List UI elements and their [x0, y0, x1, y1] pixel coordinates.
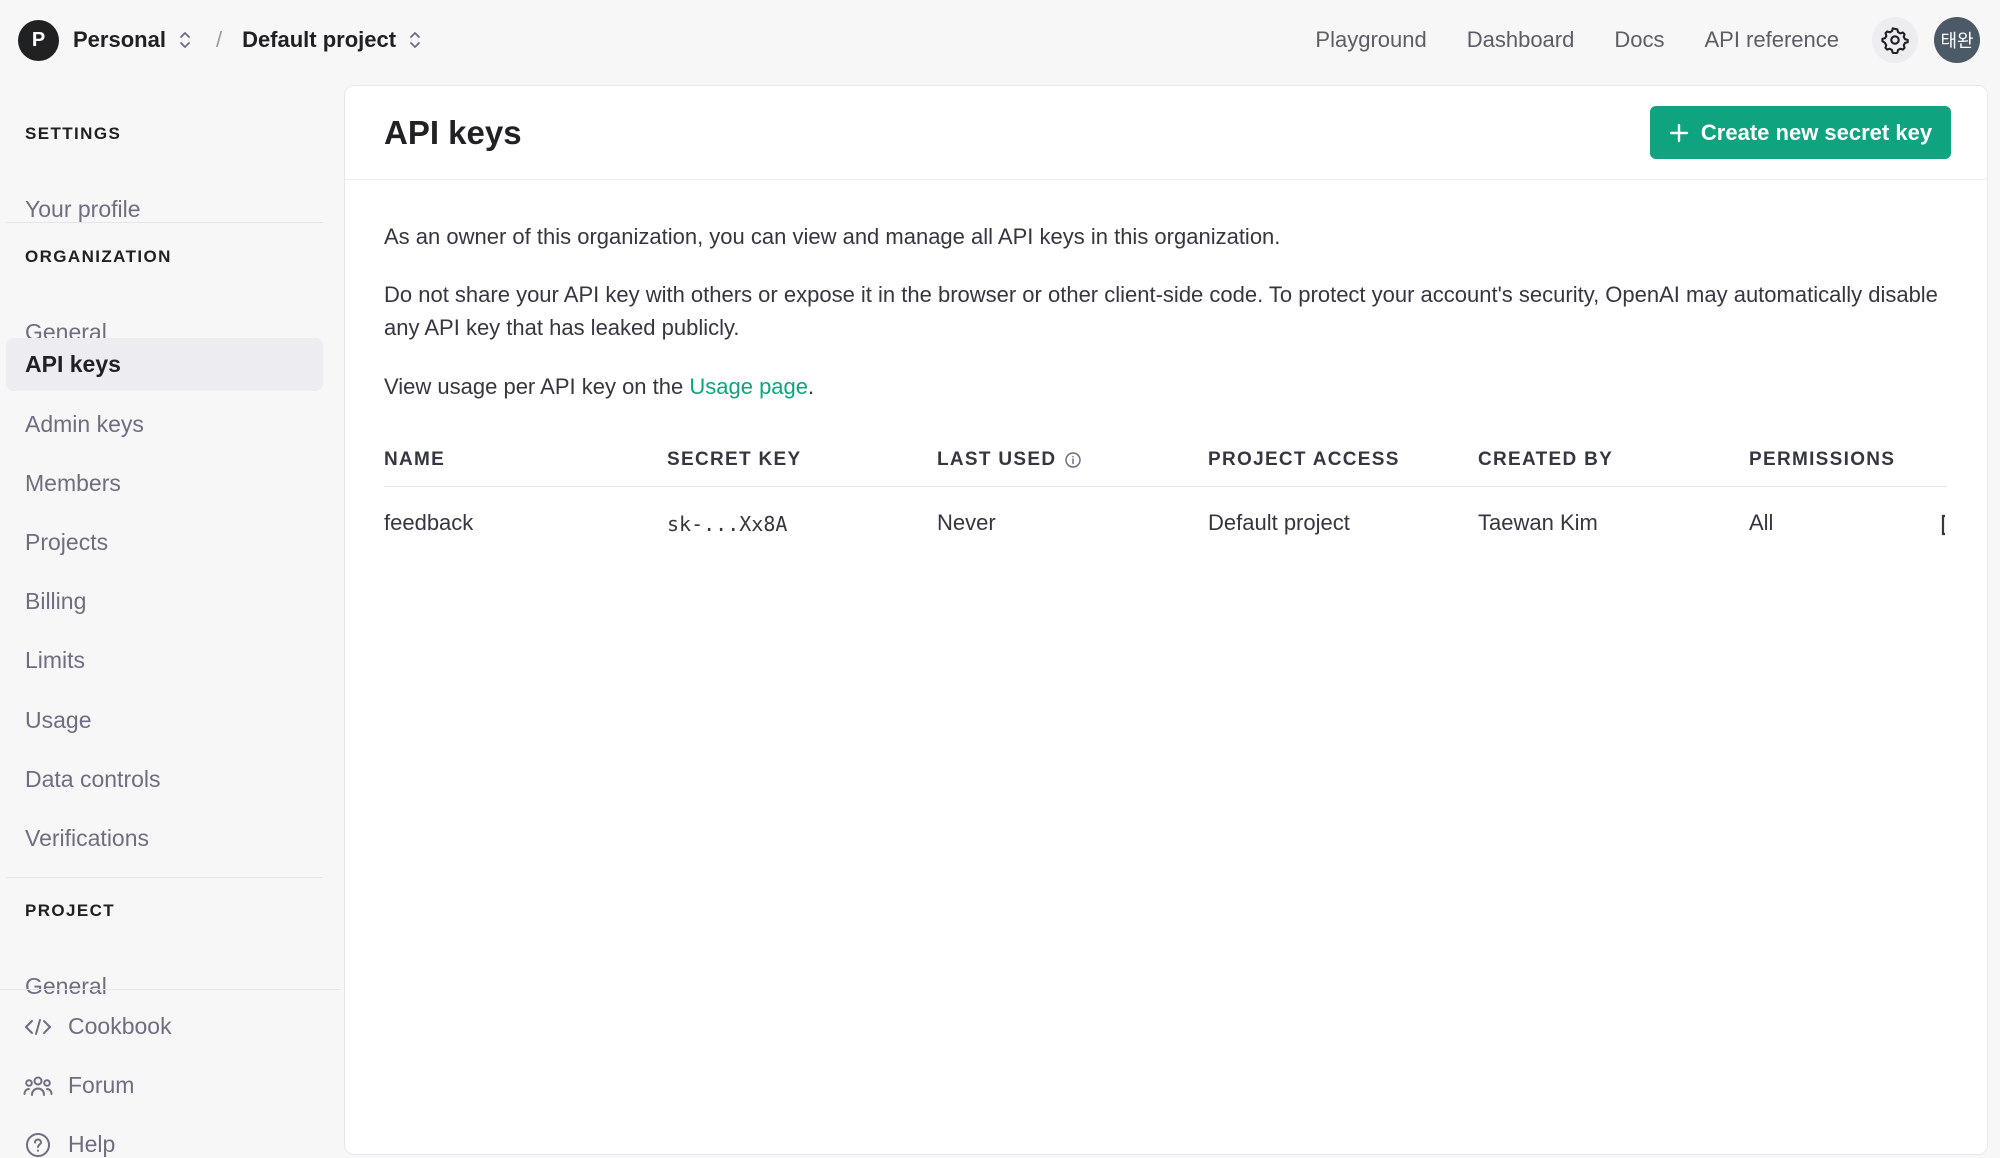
sidebar-item-verifications[interactable]: Verifications — [6, 812, 323, 865]
main-panel: API keys Create new secret key As an own… — [344, 85, 1988, 1155]
table-header: NAME SECRET KEY LAST USED PROJECT ACCESS… — [384, 449, 1947, 473]
people-icon — [22, 1073, 54, 1099]
breadcrumb-separator: / — [215, 27, 223, 52]
project-section-title: PROJECT — [25, 901, 116, 920]
intro-text: As an owner of this organization, you ca… — [384, 224, 1281, 249]
sidebar-item-projects[interactable]: Projects — [6, 516, 323, 569]
table-divider — [384, 486, 1947, 487]
sidebar-divider — [6, 222, 323, 223]
edit-icon[interactable] — [1941, 514, 1947, 536]
chevron-up-down-icon[interactable] — [408, 29, 424, 51]
gear-icon — [1881, 27, 1909, 54]
org-switcher[interactable]: Personal — [73, 27, 166, 53]
column-header-secret-key: SECRET KEY — [667, 449, 802, 470]
sidebar-item-usage[interactable]: Usage — [6, 694, 323, 747]
sidebar-item-billing[interactable]: Billing — [6, 575, 323, 628]
organization-section-title: ORGANIZATION — [25, 247, 172, 266]
panel-header: API keys Create new secret key — [345, 86, 1987, 180]
cell-created-by: Taewan Kim — [1478, 510, 1598, 535]
sidebar: SETTINGS Your profile ORGANIZATION Gener… — [0, 80, 340, 1157]
usage-page-link[interactable]: Usage page — [689, 374, 808, 399]
nav-docs[interactable]: Docs — [1614, 27, 1664, 53]
last-used-label: LAST USED — [937, 449, 1057, 470]
cell-last-used: Never — [937, 510, 996, 535]
sidebar-item-members[interactable]: Members — [6, 457, 323, 510]
nav-playground[interactable]: Playground — [1315, 27, 1426, 53]
cell-secret-key: sk-...Xx8A — [667, 512, 788, 536]
usage-prefix: View usage per API key on the — [384, 374, 690, 399]
column-header-created-by: CREATED BY — [1478, 449, 1614, 470]
sidebar-item-data-controls[interactable]: Data controls — [6, 753, 323, 806]
column-header-project-access: PROJECT ACCESS — [1208, 449, 1400, 470]
sidebar-item-limits[interactable]: Limits — [6, 634, 323, 687]
forum-label: Forum — [68, 1072, 135, 1098]
sidebar-divider — [6, 877, 323, 878]
column-header-last-used: LAST USED — [937, 449, 1082, 471]
sidebar-bottom-divider — [0, 989, 340, 990]
chevron-up-down-icon[interactable] — [178, 29, 194, 51]
usage-text: View usage per API key on the Usage page… — [384, 370, 1944, 403]
sidebar-item-project-general[interactable]: General — [6, 960, 323, 1013]
plus-icon — [1669, 123, 1689, 143]
user-avatar[interactable]: 태완 — [1934, 17, 1980, 63]
info-icon[interactable] — [1064, 451, 1082, 469]
sidebar-item-your-profile[interactable]: Your profile — [6, 183, 323, 236]
sidebar-item-cookbook[interactable]: Cookbook — [22, 1013, 172, 1040]
cell-name: feedback — [384, 510, 474, 535]
create-secret-key-label: Create new secret key — [1700, 119, 1933, 145]
warning-text: Do not share your API key with others or… — [384, 282, 1938, 340]
code-icon — [22, 1014, 54, 1040]
page-title: API keys — [384, 114, 522, 151]
top-bar: P Personal / Default project Playground … — [0, 0, 2000, 80]
top-nav: Playground Dashboard Docs API reference … — [1275, 17, 1982, 63]
column-header-name: NAME — [384, 449, 446, 470]
cell-permissions: All — [1749, 510, 1774, 535]
cell-project-access: Default project — [1208, 510, 1350, 535]
nav-api-reference[interactable]: API reference — [1704, 27, 1839, 53]
column-header-permissions: PERMISSIONS — [1749, 449, 1896, 470]
nav-dashboard[interactable]: Dashboard — [1467, 27, 1575, 53]
settings-section-title: SETTINGS — [25, 124, 122, 143]
sidebar-item-forum[interactable]: Forum — [22, 1072, 134, 1099]
usage-suffix: . — [808, 374, 815, 399]
sidebar-item-admin-keys[interactable]: Admin keys — [6, 398, 323, 451]
cookbook-label: Cookbook — [68, 1013, 172, 1039]
create-secret-key-button[interactable]: Create new secret key — [1650, 106, 1951, 159]
sidebar-item-api-keys[interactable]: API keys — [6, 338, 323, 391]
project-switcher[interactable]: Default project — [242, 27, 396, 53]
settings-button[interactable] — [1872, 17, 1918, 63]
org-avatar[interactable]: P — [18, 19, 59, 61]
